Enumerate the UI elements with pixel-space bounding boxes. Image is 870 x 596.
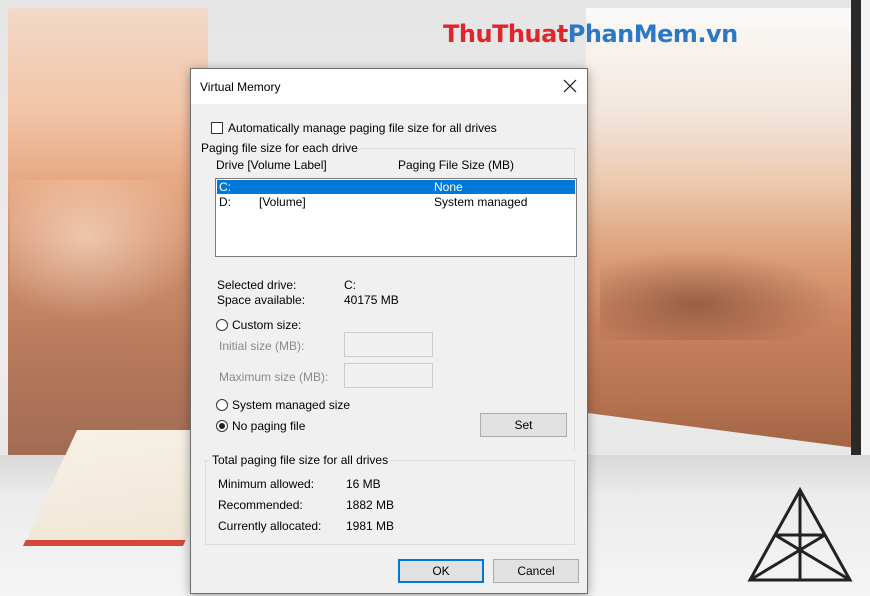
drive-letter: D: — [219, 195, 231, 209]
currently-allocated-value: 1981 MB — [346, 519, 395, 533]
minimum-allowed-value: 16 MB — [346, 477, 381, 491]
space-available-label: Space available: — [217, 293, 306, 307]
minimum-allowed-label: Minimum allowed: — [218, 477, 315, 491]
system-managed-option[interactable]: System managed size — [216, 398, 350, 412]
totals-group-label: Total paging file size for all drives — [210, 453, 391, 467]
drive-size: System managed — [434, 195, 528, 209]
auto-manage-row[interactable]: Automatically manage paging file size fo… — [211, 120, 497, 136]
maximum-size-label: Maximum size (MB): — [219, 370, 329, 384]
no-paging-radio[interactable] — [216, 420, 228, 432]
custom-size-radio[interactable] — [216, 319, 228, 331]
no-paging-label: No paging file — [232, 419, 306, 433]
drive-size: None — [434, 180, 463, 194]
watermark: ThuThuatPhanMem.vn — [443, 20, 738, 48]
dune-shadow — [600, 250, 840, 340]
auto-manage-checkbox[interactable] — [211, 122, 223, 134]
initial-size-label: Initial size (MB): — [219, 339, 305, 353]
drive-list[interactable]: C: None D: [Volume] System managed — [215, 178, 577, 257]
dune-highlight — [10, 180, 200, 320]
system-managed-radio[interactable] — [216, 399, 228, 411]
maximum-size-input[interactable] — [344, 363, 433, 388]
recommended-value: 1882 MB — [346, 498, 395, 512]
size-column-header: Paging File Size (MB) — [398, 158, 515, 172]
cancel-button[interactable]: Cancel — [493, 559, 579, 583]
initial-size-input[interactable] — [344, 332, 433, 357]
wire-stand — [747, 486, 853, 582]
dialog-title: Virtual Memory — [200, 80, 281, 94]
drive-letter: C: — [219, 180, 231, 194]
custom-size-option[interactable]: Custom size: — [216, 318, 301, 332]
ok-button[interactable]: OK — [398, 559, 484, 583]
per-drive-group-label: Paging file size for each drive — [199, 141, 360, 155]
monitor-bezel — [851, 0, 861, 505]
monitor-bezel-edge — [861, 0, 870, 505]
drive-row-d[interactable]: D: [Volume] System managed — [217, 195, 575, 209]
space-available-value: 40175 MB — [344, 293, 399, 307]
close-button[interactable] — [553, 69, 587, 104]
currently-allocated-label: Currently allocated: — [218, 519, 322, 533]
selected-drive-value: C: — [344, 278, 356, 292]
drive-row-c[interactable]: C: None — [217, 180, 575, 194]
drive-label: [Volume] — [259, 195, 306, 209]
watermark-part2: PhanMem.vn — [567, 20, 738, 48]
drive-column-header: Drive [Volume Label] — [216, 158, 327, 172]
title-bar[interactable]: Virtual Memory — [191, 69, 587, 104]
custom-size-label: Custom size: — [232, 318, 302, 332]
virtual-memory-dialog: Virtual Memory Automatically manage pagi… — [190, 68, 588, 594]
system-managed-label: System managed size — [232, 398, 351, 412]
auto-manage-label: Automatically manage paging file size fo… — [228, 121, 497, 135]
close-icon — [563, 79, 577, 93]
watermark-part1: ThuThuat — [443, 20, 568, 48]
no-paging-option[interactable]: No paging file — [216, 419, 305, 433]
monitor-screen-right — [586, 8, 856, 448]
recommended-label: Recommended: — [218, 498, 303, 512]
selected-drive-label: Selected drive: — [217, 278, 297, 292]
set-button[interactable]: Set — [480, 413, 567, 437]
